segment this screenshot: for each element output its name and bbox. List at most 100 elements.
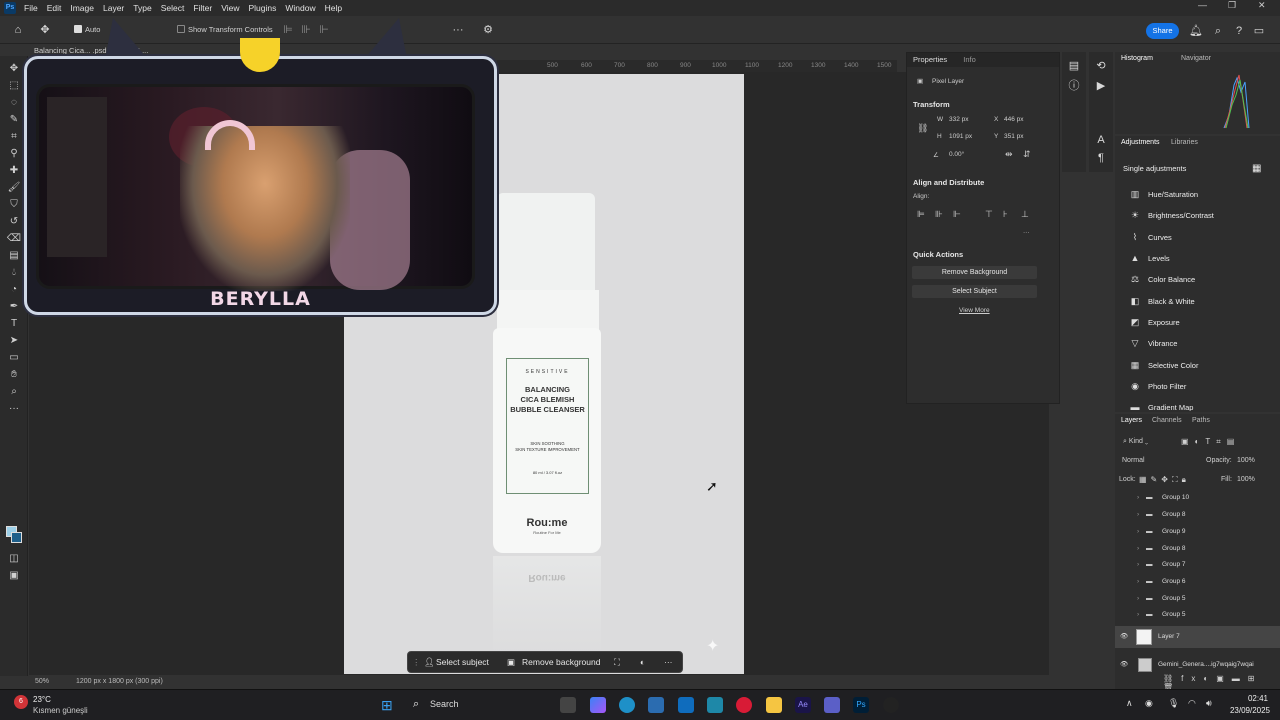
- adj-brightness-contrast[interactable]: ☀ Brightness/Contrast: [1129, 207, 1269, 223]
- store-icon[interactable]: [648, 697, 664, 713]
- path-select-icon[interactable]: ➤: [6, 334, 22, 348]
- type-tool-icon[interactable]: T: [6, 317, 22, 331]
- tab-properties[interactable]: Properties: [913, 55, 947, 64]
- windows-start-icon[interactable]: ⊞: [381, 697, 397, 713]
- menu-type[interactable]: Type: [133, 3, 151, 13]
- edge-icon[interactable]: [619, 697, 635, 713]
- taskbar-search[interactable]: Search: [430, 699, 459, 709]
- adj-selective-color[interactable]: ▦ Selective Color: [1129, 357, 1269, 373]
- properties-panel-icon[interactable]: ▤: [1066, 58, 1082, 74]
- drag-handle-icon[interactable]: ⋮: [412, 656, 421, 669]
- eyedropper-icon[interactable]: ⚲: [6, 147, 22, 161]
- after-effects-icon[interactable]: Ae: [795, 697, 811, 713]
- background-color-swatch[interactable]: [11, 532, 22, 543]
- blend-mode-dropdown[interactable]: Normal: [1122, 457, 1145, 464]
- zoom-level[interactable]: 50%: [35, 678, 49, 685]
- restore-icon[interactable]: ❐: [1228, 0, 1236, 11]
- tab-navigator[interactable]: Navigator: [1181, 52, 1211, 66]
- history-panel-icon[interactable]: ⟲: [1093, 58, 1109, 74]
- more-icon[interactable]: ···: [664, 656, 673, 669]
- weather-desc[interactable]: Kısmen güneşli: [33, 706, 88, 715]
- workspace-icon[interactable]: ▭: [1251, 23, 1267, 39]
- align-right-icon[interactable]: ⊩: [953, 209, 961, 220]
- menu-help[interactable]: Help: [325, 3, 342, 13]
- more-options-icon[interactable]: ···: [450, 22, 466, 38]
- layer-row[interactable]: › ▬ Group 5: [1115, 591, 1280, 607]
- stamp-tool-icon[interactable]: ⛉: [6, 198, 22, 212]
- menu-view[interactable]: View: [221, 3, 239, 13]
- tab-adjustments[interactable]: Adjustments: [1121, 136, 1160, 150]
- layer-row[interactable]: › ▬ Group 7: [1115, 557, 1280, 573]
- remote-icon[interactable]: [707, 697, 723, 713]
- opera-icon[interactable]: [736, 697, 752, 713]
- menu-image[interactable]: Image: [70, 3, 94, 13]
- copilot-icon[interactable]: [590, 697, 606, 713]
- mask-icon[interactable]: ⛶: [614, 656, 620, 669]
- marquee-tool-icon[interactable]: ⬚: [6, 79, 22, 93]
- volume-icon[interactable]: 🔊︎: [1206, 698, 1212, 709]
- fill-field[interactable]: 100%: [1237, 476, 1255, 483]
- tray-app-icon[interactable]: ◉: [1145, 698, 1153, 709]
- move-tool-icon[interactable]: ✥: [6, 62, 22, 76]
- clock-time[interactable]: 02:41: [1228, 694, 1268, 703]
- adj-vibrance[interactable]: ▽ Vibrance: [1129, 335, 1269, 351]
- info-panel-icon[interactable]: ⓘ: [1066, 78, 1082, 94]
- align-left-icon[interactable]: ⊫: [917, 209, 925, 220]
- close-icon[interactable]: ✕: [1258, 0, 1266, 11]
- actions-panel-icon[interactable]: ▶: [1093, 78, 1109, 94]
- layer-filter-icons[interactable]: ▣◐T⌗▤: [1181, 437, 1240, 447]
- tab-histogram[interactable]: Histogram: [1121, 52, 1153, 66]
- hand-tool-icon[interactable]: ✋︎: [6, 368, 22, 382]
- select-subject-button[interactable]: Select Subject: [912, 285, 1037, 298]
- blur-tool-icon[interactable]: 💧︎: [6, 266, 22, 280]
- remove-background-button[interactable]: Remove background: [522, 656, 600, 669]
- pen-tool-icon[interactable]: ✒: [6, 300, 22, 314]
- minimize-icon[interactable]: —: [1198, 0, 1207, 10]
- lasso-tool-icon[interactable]: ◌: [6, 96, 22, 110]
- menu-edit[interactable]: Edit: [47, 3, 62, 13]
- menu-layer[interactable]: Layer: [103, 3, 124, 13]
- zoom-tool-icon[interactable]: ⌕: [6, 385, 22, 399]
- align-distribute-title[interactable]: Align and Distribute: [913, 178, 984, 187]
- file-explorer-icon[interactable]: [766, 697, 782, 713]
- auto-select-checkbox[interactable]: [74, 25, 82, 33]
- healing-brush-icon[interactable]: ✚: [6, 164, 22, 178]
- adj-levels[interactable]: ▲ Levels: [1129, 250, 1269, 266]
- layer-row[interactable]: › ▬ Group 10: [1115, 490, 1280, 506]
- select-subject-button[interactable]: Select subject: [436, 656, 489, 669]
- quick-select-icon[interactable]: ✎: [6, 113, 22, 127]
- layer-row[interactable]: › ▬ Group 5: [1115, 607, 1280, 623]
- dodge-tool-icon[interactable]: ◔: [6, 283, 22, 297]
- adj-hue-saturation[interactable]: ▥ Hue/Saturation: [1129, 186, 1269, 202]
- screen-mode-icon[interactable]: ▣: [6, 569, 22, 583]
- align-right-icon[interactable]: ⊩: [316, 22, 332, 38]
- bell-icon[interactable]: 🔔︎: [1188, 23, 1204, 39]
- brush-tool-icon[interactable]: 🖌︎: [6, 181, 22, 195]
- doc-size[interactable]: 1200 px x 1800 px (300 ppi): [76, 678, 163, 685]
- width-field[interactable]: 332 px: [949, 116, 969, 123]
- flip-vertical-icon[interactable]: ⇵: [1023, 149, 1031, 160]
- remove-background-button[interactable]: Remove Background: [912, 266, 1037, 279]
- quick-actions-title[interactable]: Quick Actions: [913, 250, 963, 259]
- quick-mask-icon[interactable]: ◫: [6, 552, 22, 566]
- microphone-icon[interactable]: 🎙︎: [1168, 698, 1179, 709]
- layer-row[interactable]: › ▬ Group 6: [1115, 574, 1280, 590]
- tab-libraries[interactable]: Libraries: [1171, 136, 1198, 150]
- visibility-eye-icon[interactable]: 👁︎: [1120, 626, 1128, 648]
- height-field[interactable]: 1091 px: [949, 133, 972, 140]
- y-field[interactable]: 351 px: [1004, 133, 1024, 140]
- clock-date[interactable]: 23/09/2025: [1226, 706, 1270, 715]
- layer-row-selected[interactable]: 👁︎ Layer 7: [1115, 626, 1280, 648]
- tab-info[interactable]: Info: [963, 55, 976, 64]
- settings-gear-icon[interactable]: ⚙: [480, 22, 496, 38]
- share-button[interactable]: Share: [1146, 23, 1179, 39]
- layer-row[interactable]: › ▬ Group 9: [1115, 524, 1280, 540]
- align-bottom-icon[interactable]: ⊥: [1021, 209, 1029, 220]
- view-more-link[interactable]: View More: [959, 307, 990, 314]
- flip-horizontal-icon[interactable]: ⇹: [1005, 149, 1013, 160]
- link-icon[interactable]: ⛓︎: [917, 123, 928, 134]
- tray-chevron-icon[interactable]: ∧: [1126, 698, 1133, 709]
- tab-paths[interactable]: Paths: [1192, 414, 1210, 428]
- x-field[interactable]: 446 px: [1004, 116, 1024, 123]
- menu-window[interactable]: Window: [285, 3, 315, 13]
